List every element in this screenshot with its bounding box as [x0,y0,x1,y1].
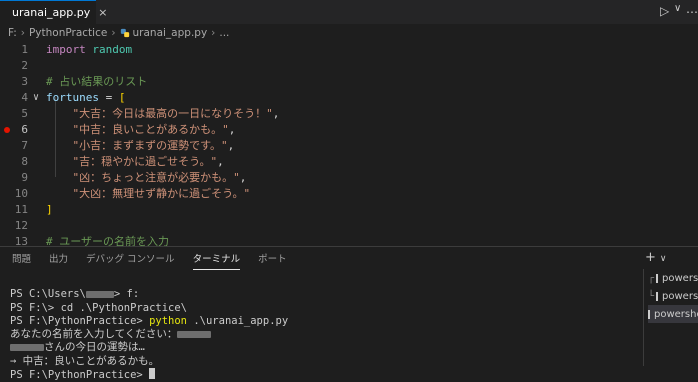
terminal-icon [656,291,659,301]
breadcrumb-folder[interactable]: PythonPractice [29,27,107,39]
redacted-name [177,330,212,338]
terminal-cursor [149,368,156,380]
panel-tab[interactable]: ポート [258,247,287,269]
panel-tabs: 問題 出力 デバッグ コンソール ターミナル ポート [0,247,640,270]
breadcrumb: F: › PythonPractice › uranai_app.py › ..… [0,24,698,41]
line-number: 11 [14,203,28,216]
terminal-line: PS F:\> cd .\PythonPractice\ [10,301,188,314]
line-number: 5 [21,107,28,120]
chevron-right-icon: › [211,26,216,39]
terminal-line: PS F:\PythonPractice> python .\uranai_ap… [10,314,289,327]
code-text: "小吉：まずまずの運勢です。", [72,139,235,152]
code-line[interactable]: 4 ∨ fortunes = [ [0,90,698,106]
code-text: # 占い結果のリスト [46,75,148,88]
panel-tab[interactable]: ターミナル [192,247,241,270]
code-editor[interactable]: 1 import random 2 3 # 占い結果のリスト 4 ∨ fortunes = [… [0,41,698,280]
line-number: 6 [21,123,28,136]
panel-divider [643,269,644,366]
line-number: 8 [21,155,28,168]
line-number: 10 [14,187,28,200]
code-text: "吉：穏やかに過ごせそう。", [72,155,224,168]
terminal-line: PS C:\Users\ > f: [10,288,140,301]
code-line[interactable]: 11] [0,202,698,218]
chevron-down-icon[interactable]: ∨ [674,3,681,14]
terminal-output[interactable]: PS C:\Users\ > f: PS F:\> cd .\PythonPrac… [10,275,288,382]
code-line[interactable]: 3 # 占い結果のリスト [0,74,698,90]
editor-tab-bar: uranai_app.py × ▷ ∨ … [0,0,698,24]
terminal-line: さんの今日の運勢は… [10,341,145,353]
line-number: 1 [21,43,28,56]
tree-branch: ┌ [648,272,655,284]
chevron-right-icon: › [111,26,116,39]
code-line[interactable]: 10 "大凶：無理せず静かに過ごそう。" [0,186,698,202]
code-text: import random [46,43,133,56]
tree-branch: └ [648,290,655,302]
line-number: 3 [21,75,28,88]
line-number: 9 [21,171,28,184]
more-actions-icon[interactable]: … [686,2,698,16]
code-line[interactable]: 5 "大吉：今日は最高の一日になりそう！", [0,106,698,122]
code-line[interactable]: 9 "凶：ちょっと注意が必要かも。", [0,170,698,186]
panel-tab[interactable]: 問題 [12,247,31,269]
breadcrumb-file[interactable]: uranai_app.py [133,27,208,39]
tab-label: uranai_app.py [12,6,91,19]
terminal-list-item[interactable]: ┌ powershell [648,269,698,287]
code-text: ] [46,203,53,216]
line-number: 7 [21,139,28,152]
code-line[interactable]: 6 "中吉：良いことがあるかも。", [0,122,698,138]
chevron-right-icon: › [20,26,25,39]
code-line[interactable]: 2 [0,58,698,74]
breadcrumb-more[interactable]: ... [219,27,229,39]
close-icon[interactable]: × [98,6,107,19]
bottom-panel: 問題 出力 デバッグ コンソール ターミナル ポート + ∨ PS C:\Users\ > … [0,246,698,381]
python-file-icon [120,28,129,37]
code-text: "大凶：無理せず静かに過ごそう。" [72,187,251,200]
line-number: 4 [21,91,28,104]
breadcrumb-drive[interactable]: F: [8,27,17,39]
terminal-list-item-active[interactable]: powershell [648,305,698,323]
fold-chevron-icon[interactable]: ∨ [33,90,39,106]
panel-tab[interactable]: 出力 [49,247,68,269]
code-line[interactable]: 1 import random [0,42,698,58]
redacted-username [85,290,114,298]
terminal-list-item[interactable]: └ powershell [648,287,698,305]
code-text: "中吉：良いことがあるかも。", [72,123,236,136]
tab-uranai-app[interactable]: uranai_app.py × [0,0,107,24]
new-terminal-icon[interactable]: + [645,250,656,265]
code-text: "凶：ちょっと注意が必要かも。", [72,171,247,184]
chevron-down-icon[interactable]: ∨ [660,254,667,264]
redacted-name [10,343,44,351]
line-number: 2 [21,59,28,72]
run-icon[interactable]: ▷ [660,4,669,18]
code-line[interactable]: 7 "小吉：まずまずの運勢です。", [0,138,698,154]
terminal-icon [656,273,659,283]
terminal-line: PS F:\PythonPractice> [10,368,156,381]
code-line[interactable]: 12 [0,218,698,234]
panel-controls: + ∨ [645,250,671,265]
panel-tab[interactable]: デバッグ コンソール [86,247,175,269]
terminal-list: ┌ powershell └ powershell powershell [648,269,698,366]
line-number: 12 [14,219,28,232]
terminal-icon [648,309,650,319]
code-text: fortunes = [ [46,91,126,104]
code-text: "大吉：今日は最高の一日になりそう！", [72,107,280,120]
terminal-line: あなたの名前を入力してください： [10,328,212,340]
code-line[interactable]: 8 "吉：穏やかに過ごせそう。", [0,154,698,170]
